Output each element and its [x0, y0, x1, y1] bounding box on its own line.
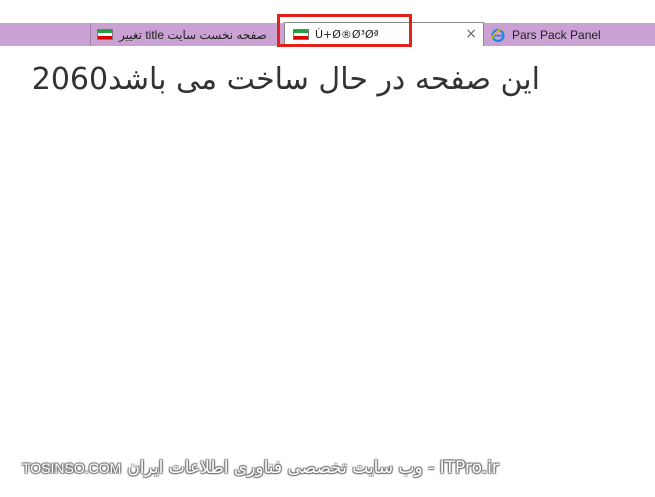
iran-flag-icon: [97, 29, 113, 40]
highlight-box: [277, 14, 412, 47]
watermark-tagline: ITPro.ir - وب سایت تخصصی فناوری اطلاعات …: [127, 458, 499, 478]
close-tab-icon[interactable]: ×: [465, 26, 477, 42]
tab-title: Pars Pack Panel: [512, 27, 601, 42]
page-headline: این صفحه در حال ساخت می باشد2060: [31, 62, 540, 97]
watermark-brand: TOSINSO.COM: [22, 460, 122, 476]
internet-explorer-icon: [490, 28, 506, 42]
watermark: TOSINSO.COM ITPro.ir - وب سایت تخصصی فنا…: [22, 458, 542, 478]
tab-pars-pack-panel[interactable]: Pars Pack Panel: [486, 23, 655, 46]
tab-title: تغییر title صفحه نخست سایت: [119, 27, 267, 42]
tab-change-title[interactable]: تغییر title صفحه نخست سایت: [90, 23, 278, 46]
